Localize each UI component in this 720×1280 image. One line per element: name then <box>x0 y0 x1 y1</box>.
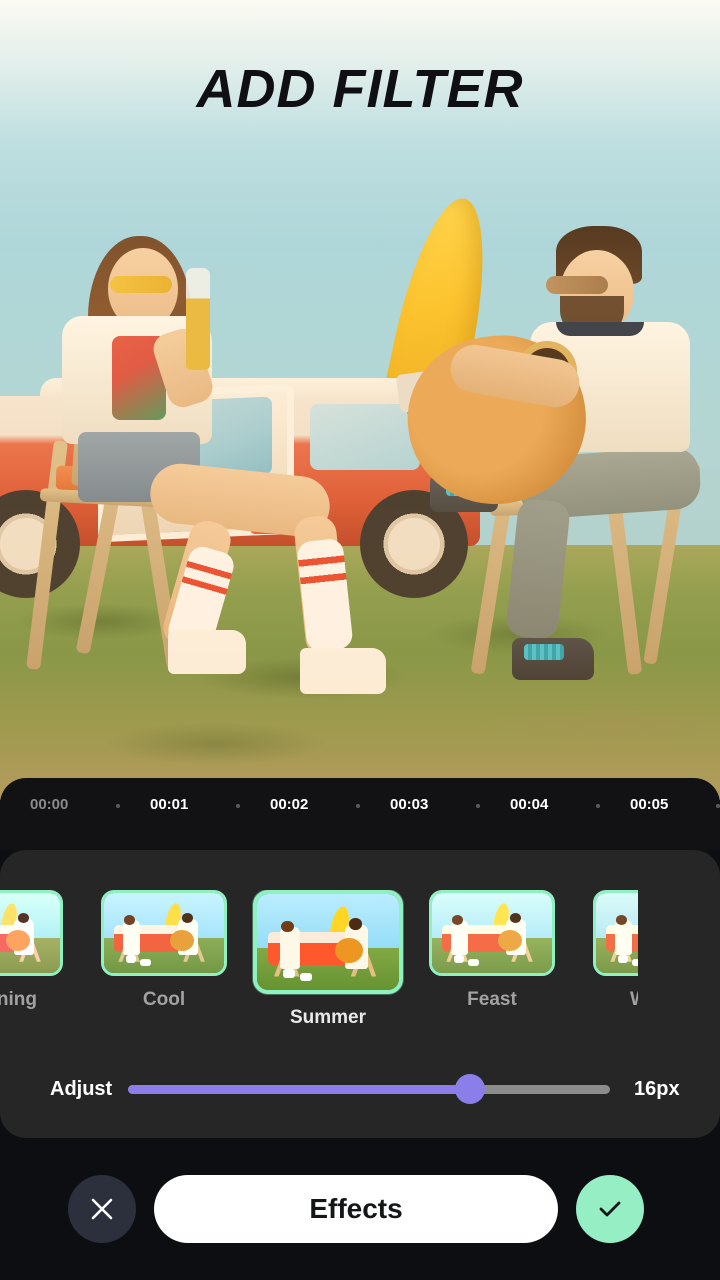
filter-editor-screen: ADD FILTER 00:00 00:01 00:02 00:03 00:04 00:0… <box>0 0 720 1280</box>
van-rear-window <box>310 404 420 470</box>
filter-item-feast[interactable]: Feast <box>410 890 574 1011</box>
filter-item-warm[interactable]: Warm <box>574 890 638 1011</box>
timeline-tick-dot <box>476 804 480 808</box>
timeline-tick-label: 00:01 <box>150 796 189 813</box>
filter-thumbnail[interactable] <box>253 890 403 994</box>
filter-thumb-image <box>104 893 224 973</box>
adjust-row: Adjust 16px <box>0 1064 720 1114</box>
adjust-label: Adjust <box>50 1077 113 1100</box>
filter-label: Feast <box>467 989 517 1010</box>
filter-label: Cool <box>142 989 186 1010</box>
filter-panel: Evening Cool Summer Feast Warm Adjust 16px <box>0 850 720 1138</box>
adjust-value: 16px <box>634 1077 680 1100</box>
slider-thumb[interactable] <box>455 1074 486 1104</box>
filter-thumbnail[interactable] <box>101 890 227 976</box>
close-x-icon <box>91 1198 113 1220</box>
page-title: ADD FILTER <box>196 59 524 119</box>
filter-label: Summer <box>289 1007 367 1028</box>
timeline-tick-label: 00:03 <box>390 796 429 813</box>
slider-track-fill <box>128 1085 471 1094</box>
filter-thumbnail[interactable] <box>0 890 63 976</box>
timeline-ticks[interactable]: 00:00 00:01 00:02 00:03 00:04 00:05 <box>0 778 720 850</box>
filter-label: Evening <box>0 989 37 1010</box>
filter-thumb-image <box>257 894 399 990</box>
woman-sunglasses <box>110 276 172 293</box>
check-icon <box>599 1201 621 1217</box>
photo-preview[interactable]: ADD FILTER <box>0 0 720 800</box>
drink-bottle <box>186 268 210 370</box>
woman-sneaker-left <box>168 630 246 674</box>
filter-label: Warm <box>630 989 638 1011</box>
filter-list[interactable]: Evening Cool Summer Feast Warm <box>0 890 638 1050</box>
timeline-tick-dot <box>716 804 720 808</box>
timeline-tick-label: 00:00 <box>30 796 69 813</box>
cancel-button[interactable] <box>68 1175 136 1243</box>
bottom-action-bar: Effects <box>0 1138 720 1280</box>
man-sunglasses <box>546 276 608 294</box>
filter-thumbnail[interactable] <box>593 890 638 976</box>
man-shirt-collar <box>556 322 644 336</box>
filter-thumbnail[interactable] <box>429 890 555 976</box>
timeline-tick-dot <box>596 804 600 808</box>
timeline-bar[interactable]: 00:00 00:01 00:02 00:03 00:04 00:05 <box>0 778 720 850</box>
timeline-tick-dot <box>116 804 120 808</box>
filter-item-cool[interactable]: Cool <box>82 890 246 1011</box>
confirm-button[interactable] <box>576 1175 644 1243</box>
adjust-slider[interactable] <box>128 1074 610 1104</box>
timeline-tick-label: 00:05 <box>630 796 669 813</box>
filter-thumb-image <box>596 893 638 973</box>
man-shoe-laces-lower <box>524 644 564 660</box>
effects-button[interactable]: Effects <box>154 1175 558 1243</box>
timeline-tick-dot <box>236 804 240 808</box>
woman-sneaker-right <box>300 648 386 694</box>
timeline-tick-label: 00:04 <box>510 796 549 813</box>
timeline-tick-label: 00:02 <box>270 796 309 813</box>
filter-thumb-image <box>432 893 552 973</box>
filter-thumb-image <box>0 893 60 973</box>
filter-item-evening[interactable]: Evening <box>0 890 82 1011</box>
filter-item-summer[interactable]: Summer <box>246 890 410 1029</box>
timeline-tick-dot <box>356 804 360 808</box>
